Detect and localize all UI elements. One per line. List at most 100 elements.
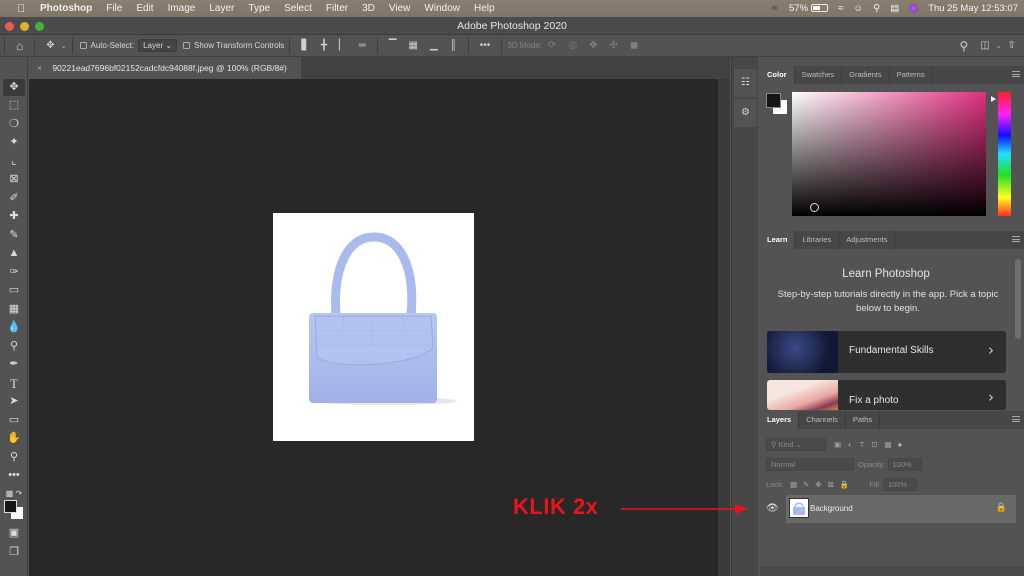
learn-scrollbar[interactable] xyxy=(1015,259,1021,339)
hue-slider-marker[interactable] xyxy=(991,96,996,102)
workspace-chevron-icon[interactable]: ⌄ xyxy=(996,42,1002,50)
lock-transparent-pixels-icon[interactable]: ▦ xyxy=(790,480,797,489)
move-tool-preset-icon[interactable]: ✥ xyxy=(46,40,54,51)
menu-3d[interactable]: 3D xyxy=(355,3,382,14)
document-image[interactable] xyxy=(273,213,474,441)
edit-toolbar-icon[interactable]: ••• xyxy=(3,467,25,484)
align-right-icon[interactable]: ▏ xyxy=(339,40,347,51)
filter-adjustment-layer-icon[interactable]: ◐ xyxy=(848,440,853,449)
tab-libraries[interactable]: Libraries xyxy=(795,231,840,249)
color-picker-handle[interactable] xyxy=(810,203,819,212)
rectangle-tool-icon[interactable]: ▭ xyxy=(3,412,25,429)
zoom-window-button[interactable] xyxy=(35,22,44,31)
tab-gradients[interactable]: Gradients xyxy=(842,66,890,84)
siri-icon[interactable] xyxy=(909,4,919,13)
learn-card-fundamental-skills[interactable]: Fundamental Skills › xyxy=(767,331,1006,373)
magic-wand-tool-icon[interactable]: ✦ xyxy=(3,134,25,151)
filter-toggle-icon[interactable]: ● xyxy=(898,440,903,449)
tab-adjustments[interactable]: Adjustments xyxy=(839,231,896,249)
tab-paths[interactable]: Paths xyxy=(846,411,881,429)
crop-tool-icon[interactable]: ⌞ xyxy=(3,153,25,170)
move-tool-icon[interactable]: ✥ xyxy=(3,79,25,96)
creative-cloud-icon[interactable]: ⚭ xyxy=(770,2,779,15)
panel-menu-icon[interactable] xyxy=(1012,71,1020,77)
share-icon[interactable]: ⇧ xyxy=(1008,40,1016,51)
distribute-h-icon[interactable]: ═ xyxy=(359,40,366,51)
path-selection-tool-icon[interactable]: ➤ xyxy=(3,393,25,410)
tab-patterns[interactable]: Patterns xyxy=(890,66,933,84)
tab-layers[interactable]: Layers xyxy=(760,411,800,429)
3d-orbit-icon[interactable]: ⟳ xyxy=(548,40,556,51)
dodge-tool-icon[interactable]: ⚲ xyxy=(3,338,25,355)
layer-filter-kind-dropdown[interactable]: ⚲ Kind ⌄ xyxy=(766,437,826,451)
auto-select-dropdown[interactable]: Layer ⌄ xyxy=(138,39,178,52)
align-left-icon[interactable]: ▋ xyxy=(301,40,309,51)
color-saturation-field[interactable] xyxy=(792,92,986,216)
filter-shape-layer-icon[interactable]: ⊡ xyxy=(871,440,877,449)
user-icon[interactable]: ☺ xyxy=(854,3,864,14)
search-icon[interactable]: ⚲ xyxy=(959,39,968,53)
clone-stamp-tool-icon[interactable]: ▲ xyxy=(3,245,25,262)
filter-pixel-layer-icon[interactable]: ▣ xyxy=(834,440,841,449)
eyedropper-tool-icon[interactable]: ✐ xyxy=(3,190,25,207)
show-transform-controls-checkbox[interactable] xyxy=(183,42,191,49)
layer-row-background[interactable]: Background 🔒 xyxy=(786,495,1016,523)
tab-swatches[interactable]: Swatches xyxy=(795,66,843,84)
3d-roll-icon[interactable]: ◎ xyxy=(568,40,577,51)
home-icon[interactable]: ⌂ xyxy=(16,39,23,53)
tab-channels[interactable]: Channels xyxy=(799,411,846,429)
learn-card-fix-a-photo[interactable]: Fix a photo › xyxy=(767,380,1006,410)
eraser-tool-icon[interactable]: ▭ xyxy=(3,282,25,299)
blend-mode-dropdown[interactable]: Normal xyxy=(766,457,854,471)
history-panel-icon[interactable]: ☷ xyxy=(734,69,757,97)
zoom-tool-icon[interactable]: ⚲ xyxy=(3,449,25,466)
3d-slide-icon[interactable]: ✣ xyxy=(610,40,618,51)
menu-view[interactable]: View xyxy=(382,3,418,14)
properties-panel-icon[interactable]: ⚙ xyxy=(734,99,757,127)
menu-filter[interactable]: Filter xyxy=(319,3,355,14)
menu-image[interactable]: Image xyxy=(161,3,203,14)
menu-file[interactable]: File xyxy=(99,3,129,14)
filter-type-layer-icon[interactable]: T xyxy=(860,440,865,449)
pen-tool-icon[interactable]: ✒ xyxy=(3,356,25,373)
wifi-icon[interactable]: ≈ xyxy=(838,3,844,14)
distribute-v-icon[interactable]: ║ xyxy=(450,40,457,51)
more-options-icon[interactable]: ••• xyxy=(480,40,491,51)
apple-icon[interactable]:  xyxy=(8,3,34,15)
frame-tool-icon[interactable]: ⊠ xyxy=(3,171,25,188)
lock-all-icon[interactable]: 🔒 xyxy=(840,480,849,489)
control-center-icon[interactable]: ▤ xyxy=(890,3,899,14)
document-tab[interactable]: × 90221ead7696bf02152cadcfdc94088f.jpeg … xyxy=(29,57,301,79)
menu-window[interactable]: Window xyxy=(417,3,467,14)
lock-artboard-icon[interactable]: ⊠ xyxy=(828,480,834,489)
workspace-icon[interactable]: ◫ xyxy=(980,40,989,51)
fill-input[interactable]: 100% xyxy=(882,477,917,491)
3d-pan-icon[interactable]: ✥ xyxy=(589,40,597,51)
layer-visibility-eye-icon[interactable]: 👁 xyxy=(766,503,779,514)
align-center-h-icon[interactable]: ╋ xyxy=(321,40,327,51)
menu-layer[interactable]: Layer xyxy=(202,3,241,14)
align-middle-v-icon[interactable]: ▦ xyxy=(409,40,418,51)
clock[interactable]: Thu 25 May 12:53:07 xyxy=(928,3,1018,14)
filter-smart-object-icon[interactable]: ▩ xyxy=(885,440,892,449)
lasso-tool-icon[interactable]: ❍ xyxy=(3,116,25,133)
menu-help[interactable]: Help xyxy=(467,3,502,14)
color-panel-foreground-swatch[interactable] xyxy=(766,93,781,108)
menu-edit[interactable]: Edit xyxy=(129,3,160,14)
lock-image-pixels-icon[interactable]: ✎ xyxy=(803,480,809,489)
foreground-color-swatch[interactable] xyxy=(4,500,17,513)
auto-select-checkbox[interactable] xyxy=(79,42,87,49)
quick-mask-icon[interactable]: ▣ xyxy=(3,525,25,542)
close-window-button[interactable] xyxy=(5,22,14,31)
tab-learn[interactable]: Learn xyxy=(760,231,796,249)
menu-app-name[interactable]: Photoshop xyxy=(34,3,99,14)
rectangular-marquee-tool-icon[interactable]: ⬚ xyxy=(3,97,25,114)
lock-position-icon[interactable]: ✥ xyxy=(815,480,821,489)
screen-mode-icon[interactable]: ❐ xyxy=(3,544,25,561)
chevron-down-icon[interactable]: ⌄ xyxy=(61,42,67,50)
hand-tool-icon[interactable]: ✋ xyxy=(3,430,25,447)
close-document-icon[interactable]: × xyxy=(37,63,42,73)
blur-tool-icon[interactable]: 💧 xyxy=(3,319,25,336)
menu-type[interactable]: Type xyxy=(241,3,277,14)
align-top-icon[interactable]: ▔ xyxy=(389,40,397,51)
